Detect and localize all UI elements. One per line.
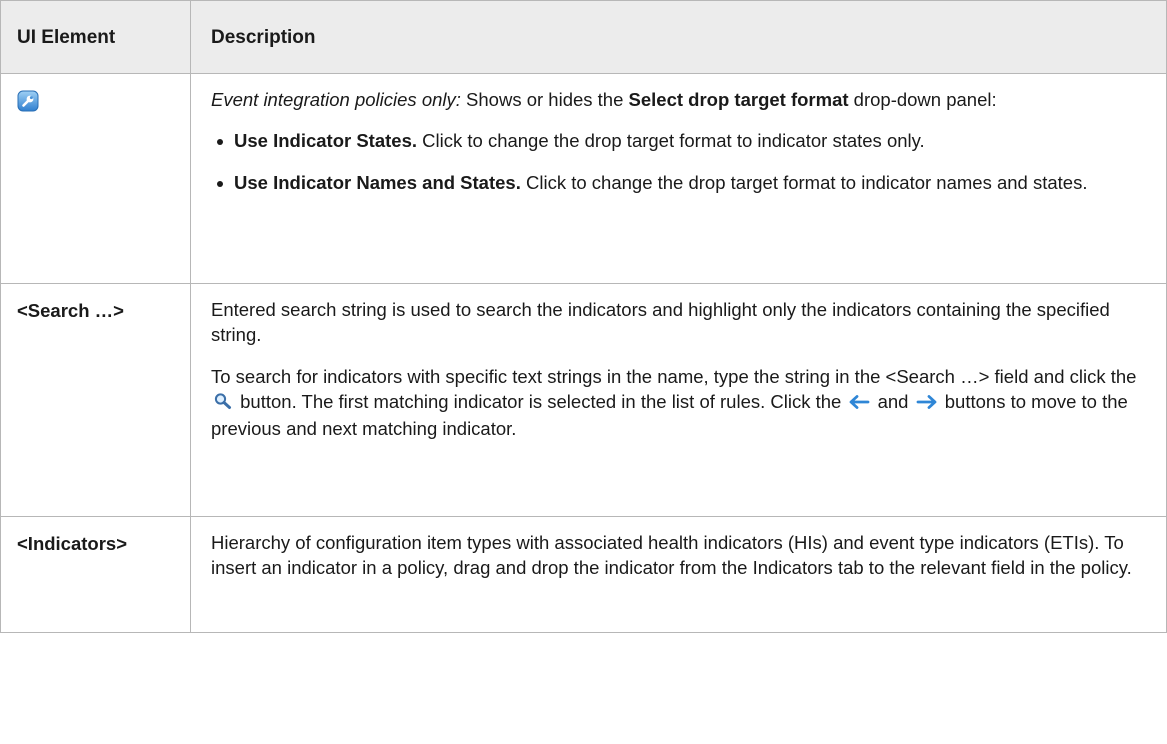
option-description: Click to change the drop target format t… xyxy=(520,172,1088,193)
ui-element-cell xyxy=(0,73,191,284)
wrench-icon xyxy=(17,90,39,112)
description-cell: Event integration policies only: Shows o… xyxy=(190,73,1167,284)
search-icon xyxy=(213,391,233,416)
arrow-left-icon xyxy=(848,391,870,416)
table-header-row: UI Element Description xyxy=(0,0,1167,74)
description-text: Shows or hides the xyxy=(460,89,629,110)
table-row: <Indicators> Hierarchy of configuration … xyxy=(0,516,1167,633)
description-paragraph: Entered search string is used to search … xyxy=(211,299,1110,345)
ui-element-table: UI Element Description Event integration… xyxy=(0,0,1167,633)
bullet-icon xyxy=(217,139,223,145)
table-row: <Search …> Entered search string is used… xyxy=(0,283,1167,517)
bullet-icon xyxy=(217,181,223,187)
header-description: Description xyxy=(190,0,1167,74)
description-text: To search for indicators with specific t… xyxy=(211,366,1137,387)
option-description: Click to change the drop target format t… xyxy=(417,130,925,151)
policy-scope-note: Event integration policies only: xyxy=(211,89,461,110)
description-cell: Hierarchy of configuration item types wi… xyxy=(190,516,1167,633)
header-ui-element: UI Element xyxy=(0,0,191,74)
description-paragraph: Event integration policies only: Shows o… xyxy=(211,87,1146,112)
description-paragraph: Hierarchy of configuration item types wi… xyxy=(211,532,1132,578)
option-list: Use Indicator States. Click to change th… xyxy=(211,128,1146,195)
panel-name: Select drop target format xyxy=(628,89,849,110)
arrow-right-icon xyxy=(916,391,938,416)
description-paragraph: To search for indicators with specific t… xyxy=(211,364,1146,441)
ui-element-cell: <Indicators> xyxy=(0,516,191,633)
description-text: drop-down panel: xyxy=(848,89,997,110)
list-item: Use Indicator Names and States. Click to… xyxy=(211,170,1146,195)
ui-element-cell: <Search …> xyxy=(0,283,191,517)
option-name: Use Indicator States. xyxy=(234,130,418,151)
option-name: Use Indicator Names and States. xyxy=(234,172,521,193)
list-item: Use Indicator States. Click to change th… xyxy=(211,128,1146,153)
description-text: and xyxy=(872,391,914,412)
table-row: Event integration policies only: Shows o… xyxy=(0,73,1167,284)
description-text: button. The first matching indicator is … xyxy=(235,391,847,412)
description-cell: Entered search string is used to search … xyxy=(190,283,1167,517)
